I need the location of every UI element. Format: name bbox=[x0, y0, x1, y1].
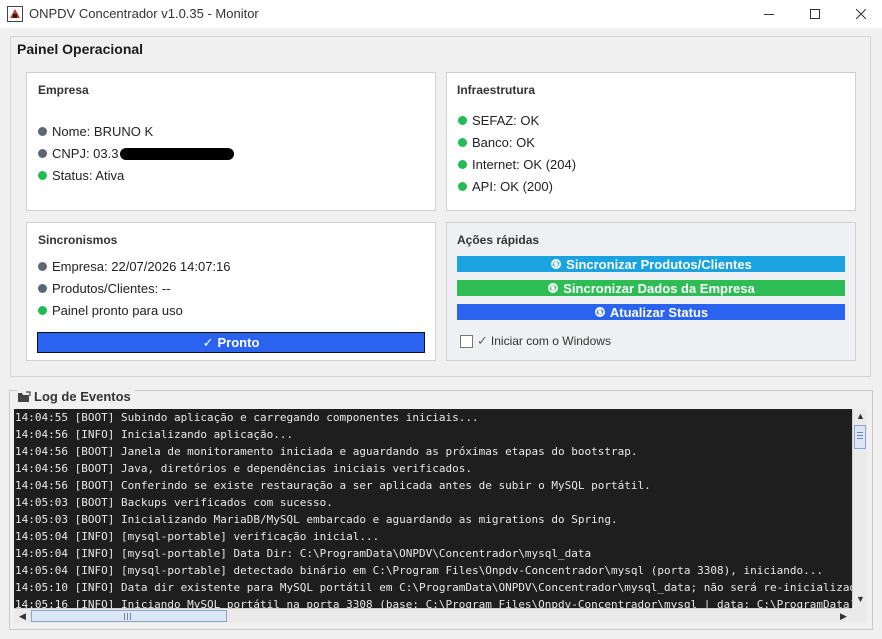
log-line: 14:05:04 [INFO] [mysql-portable] detecta… bbox=[15, 564, 823, 577]
ready-button[interactable]: ✓ Pronto bbox=[37, 332, 425, 353]
sync-icon bbox=[594, 307, 605, 317]
status-dot-green-icon bbox=[458, 160, 467, 169]
empresa-status: Status: Ativa bbox=[38, 168, 124, 183]
status-dot-green-icon bbox=[458, 182, 467, 191]
infra-banco: Banco: OK bbox=[458, 135, 535, 150]
log-horizontal-scrollbar[interactable]: ◀ ▶ bbox=[14, 608, 852, 623]
minimize-button[interactable] bbox=[746, 0, 792, 28]
empresa-nome-text: Nome: BRUNO K bbox=[52, 124, 154, 139]
sync-icon bbox=[548, 283, 559, 293]
sync-products-button[interactable]: Sincronizar Produtos/Clientes bbox=[457, 256, 845, 272]
empresa-status-text: Status: Ativa bbox=[52, 168, 125, 183]
status-dot-green-icon bbox=[38, 306, 47, 315]
ready-button-label: Pronto bbox=[217, 335, 260, 350]
sync-company-label: Sincronizar Dados da Empresa bbox=[563, 280, 755, 296]
panel-title: Painel Operacional bbox=[17, 41, 148, 57]
log-line: 14:04:56 [BOOT] Conferindo se existe res… bbox=[15, 479, 651, 492]
redaction-bar bbox=[120, 147, 235, 160]
status-dot-green-icon bbox=[458, 138, 467, 147]
infra-title: Infraestrutura bbox=[457, 83, 536, 97]
log-line: 14:04:56 [BOOT] Janela de monitoramento … bbox=[15, 445, 638, 458]
sync-company-button[interactable]: Sincronizar Dados da Empresa bbox=[457, 280, 845, 296]
sync-painel: Painel pronto para uso bbox=[38, 303, 183, 318]
infra-banco-text: Banco: OK bbox=[472, 135, 535, 150]
startup-checkbox-row[interactable]: ✓ Iniciar com o Windows bbox=[460, 333, 611, 349]
scroll-right-icon[interactable]: ▶ bbox=[836, 611, 851, 622]
sync-products-label: Sincronizar Produtos/Clientes bbox=[566, 256, 752, 272]
log-title: Log de Eventos bbox=[17, 389, 135, 404]
status-dot-gray-icon bbox=[38, 262, 47, 271]
log-line: 14:05:04 [INFO] [mysql-portable] verific… bbox=[15, 530, 380, 543]
status-dot-gray-icon bbox=[38, 127, 47, 136]
log-line: 14:04:55 [BOOT] Subindo aplicação e carr… bbox=[15, 411, 479, 424]
log-folder-icon bbox=[18, 390, 31, 402]
log-line: 14:04:56 [INFO] Inicializando aplicação.… bbox=[15, 428, 294, 441]
app-icon bbox=[7, 6, 23, 22]
status-dot-gray-icon bbox=[38, 284, 47, 293]
scroll-up-icon[interactable]: ▲ bbox=[853, 411, 868, 421]
sync-empresa: Empresa: 22/07/2026 14:07:16 bbox=[38, 259, 231, 274]
maximize-icon bbox=[810, 9, 820, 19]
log-line: 14:04:56 [BOOT] Java, diretórios e depen… bbox=[15, 462, 472, 475]
log-line: 14:05:10 [INFO] Data dir existente para … bbox=[15, 581, 852, 594]
maximize-button[interactable] bbox=[792, 0, 838, 28]
close-icon bbox=[856, 9, 866, 19]
check-icon: ✓ bbox=[202, 334, 214, 350]
scrollbar-corner bbox=[852, 608, 867, 623]
status-dot-green-icon bbox=[458, 116, 467, 125]
window-title: ONPDV Concentrador v1.0.35 - Monitor bbox=[29, 6, 259, 21]
infra-api: API: OK (200) bbox=[458, 179, 553, 194]
empresa-nome: Nome: BRUNO K bbox=[38, 124, 153, 139]
sync-produtos: Produtos/Clientes: -- bbox=[38, 281, 171, 296]
infra-sefaz-text: SEFAZ: OK bbox=[472, 113, 540, 128]
status-dot-green-icon bbox=[38, 171, 47, 180]
sync-title: Sincronismos bbox=[38, 233, 118, 247]
log-text-area[interactable]: 14:04:55 [BOOT] Subindo aplicação e carr… bbox=[14, 409, 852, 608]
log-line: 14:05:03 [BOOT] Backups verificados com … bbox=[15, 496, 333, 509]
log-line: 14:05:03 [BOOT] Inicializando MariaDB/My… bbox=[15, 513, 618, 526]
check-icon: ✓ bbox=[477, 333, 488, 348]
sync-empresa-text: Empresa: 22/07/2026 14:07:16 bbox=[52, 259, 231, 274]
log-vertical-scrollbar[interactable]: ▲ ▼ bbox=[852, 409, 867, 608]
infra-sefaz: SEFAZ: OK bbox=[458, 113, 539, 128]
scroll-thumb[interactable] bbox=[854, 425, 866, 449]
sync-painel-text: Painel pronto para uso bbox=[52, 303, 183, 318]
empresa-title: Empresa bbox=[38, 83, 89, 97]
refresh-status-button[interactable]: Atualizar Status bbox=[457, 304, 845, 320]
scroll-down-icon[interactable]: ▼ bbox=[853, 594, 868, 604]
log-title-text: Log de Eventos bbox=[34, 389, 131, 404]
sync-icon bbox=[551, 259, 562, 269]
infra-api-text: API: OK (200) bbox=[472, 179, 553, 194]
scroll-left-icon[interactable]: ◀ bbox=[15, 611, 30, 622]
log-line: 14:05:16 [INFO] Iniciando MySQL portátil… bbox=[15, 598, 852, 608]
log-line: 14:05:04 [INFO] [mysql-portable] Data Di… bbox=[15, 547, 592, 560]
empresa-cnpj: CNPJ: 03.3 bbox=[38, 146, 235, 161]
refresh-status-label: Atualizar Status bbox=[609, 304, 709, 320]
sync-produtos-text: Produtos/Clientes: -- bbox=[52, 281, 171, 296]
hscroll-thumb[interactable] bbox=[31, 610, 227, 622]
startup-checkbox[interactable] bbox=[460, 334, 473, 348]
status-dot-gray-icon bbox=[38, 149, 47, 158]
actions-title: Ações rápidas bbox=[457, 233, 540, 247]
startup-checkbox-label: Iniciar com o Windows bbox=[490, 334, 611, 348]
infra-internet-text: Internet: OK (204) bbox=[472, 157, 577, 172]
minimize-icon bbox=[764, 14, 774, 15]
close-button[interactable] bbox=[838, 0, 882, 28]
infra-internet: Internet: OK (204) bbox=[458, 157, 576, 172]
title-bar: ONPDV Concentrador v1.0.35 - Monitor bbox=[0, 0, 882, 28]
empresa-cnpj-text: CNPJ: 03.3 bbox=[52, 146, 119, 161]
